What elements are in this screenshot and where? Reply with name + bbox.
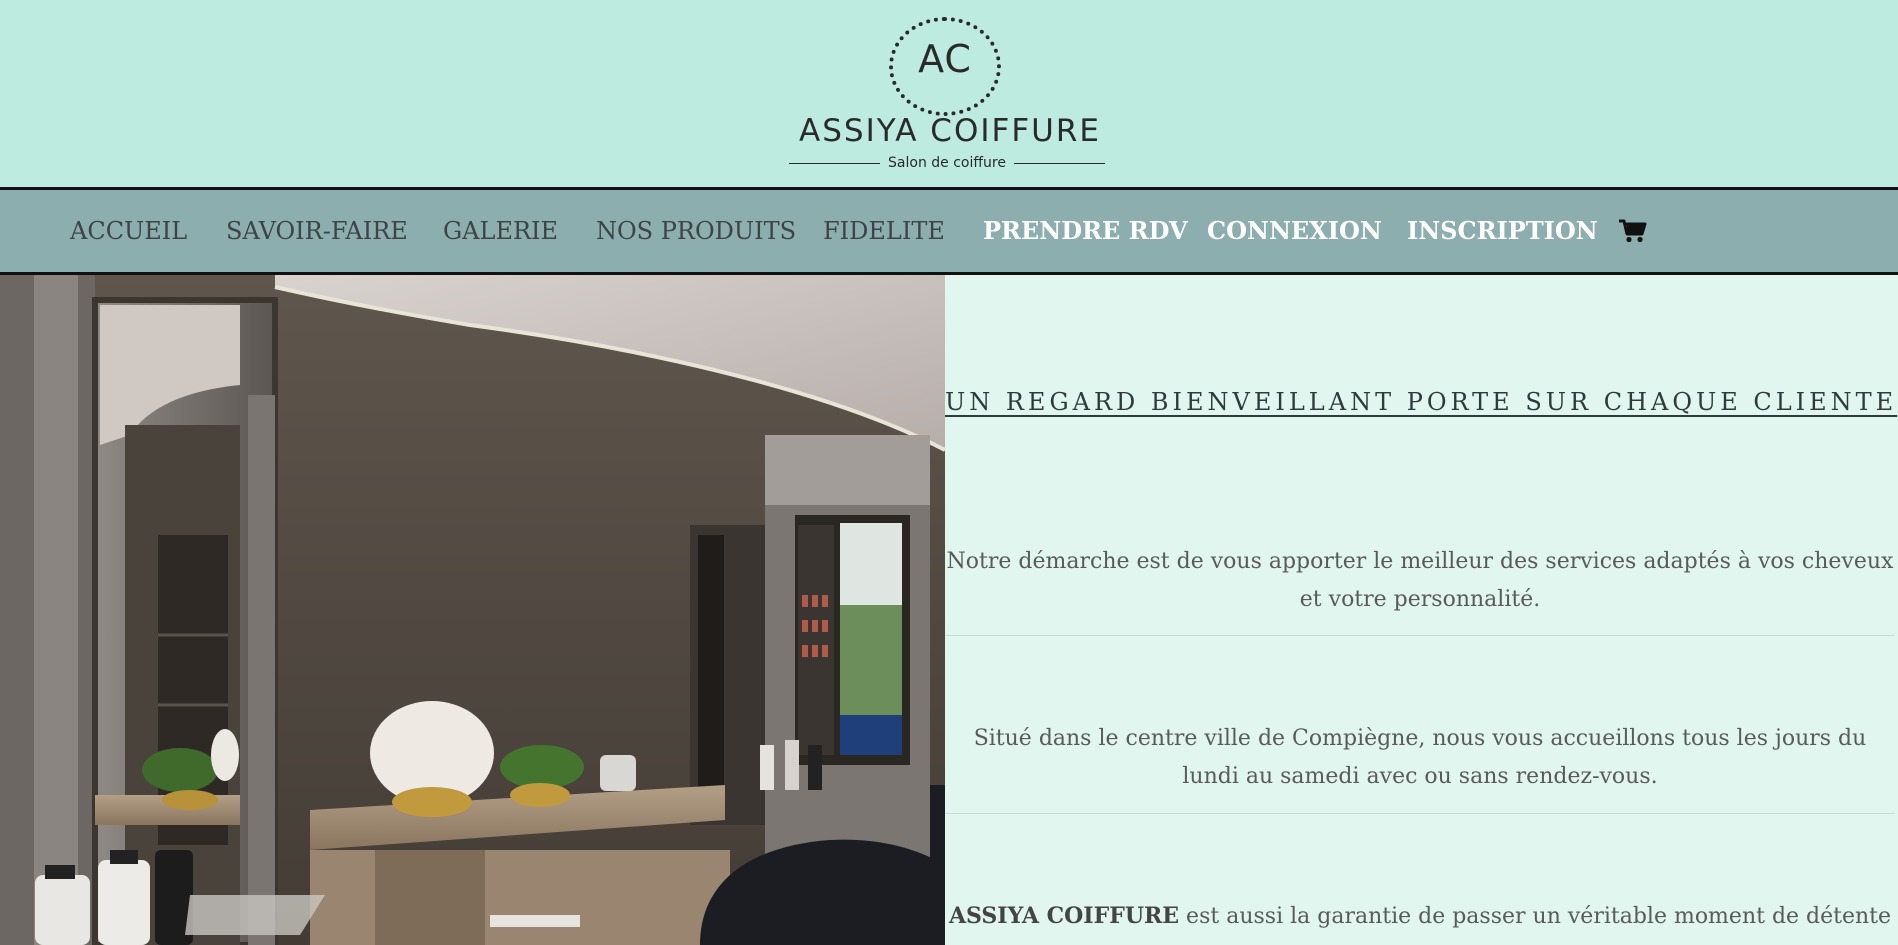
site-header: AC ASSIYA COIFFURE Salon de coiffure [0,0,1898,187]
paragraph-location: Situé dans le centre ville de Compiègne,… [945,720,1895,796]
paragraph-location-line-2: lundi au samedi avec ou sans rendez-vous… [1182,764,1658,789]
brand-name: ASSIYA COIFFURE [948,903,1180,929]
paragraph-guarantee-text: est aussi la garantie de passer un vérit… [1179,904,1892,929]
intro-panel: UN REGARD BIENVEILLANT PORTE SUR CHAQUE … [945,275,1895,945]
paragraph-location-line-1: Situé dans le centre ville de Compiègne,… [973,726,1867,751]
logo-tagline-row: Salon de coiffure [789,154,1105,172]
nav-item-connexion[interactable]: CONNEXION [1207,217,1382,245]
paragraph-approach: Notre démarche est de vous apporter le m… [945,543,1895,619]
main-nav: ACCUEIL SAVOIR-FAIRE GALERIE NOS PRODUIT… [0,187,1898,275]
logo-name: ASSIYA COIFFURE [799,113,1101,149]
nav-item-inscription[interactable]: INSCRIPTION [1407,217,1598,245]
logo[interactable]: AC ASSIYA COIFFURE Salon de coiffure [785,12,1115,172]
nav-item-savoir-faire[interactable]: SAVOIR-FAIRE [226,217,408,245]
logo-rule-right [1013,162,1105,164]
nav-item-accueil[interactable]: ACCUEIL [70,217,187,245]
divider [945,635,1895,636]
paragraph-guarantee: ASSIYA COIFFURE est aussi la garantie de… [945,897,1895,936]
paragraph-approach-line-2: et votre personnalité. [1299,587,1541,612]
logo-tagline: Salon de coiffure [888,155,1006,171]
nav-item-prendre-rdv[interactable]: PRENDRE RDV [983,217,1188,245]
section-title: UN REGARD BIENVEILLANT PORTE SUR CHAQUE … [945,388,1898,416]
logo-initials: AC [918,37,972,81]
cart-icon[interactable] [1618,218,1648,244]
salon-interior-illustration [0,275,945,945]
salon-interior-image [0,275,945,945]
nav-item-nos-produits[interactable]: NOS PRODUITS [596,217,796,245]
nav-item-fidelite[interactable]: FIDELITE [823,217,945,245]
logo-rule-left [789,162,881,164]
nav-item-galerie[interactable]: GALERIE [443,217,558,245]
paragraph-approach-line-1: Notre démarche est de vous apporter le m… [946,549,1894,574]
divider [945,813,1895,814]
